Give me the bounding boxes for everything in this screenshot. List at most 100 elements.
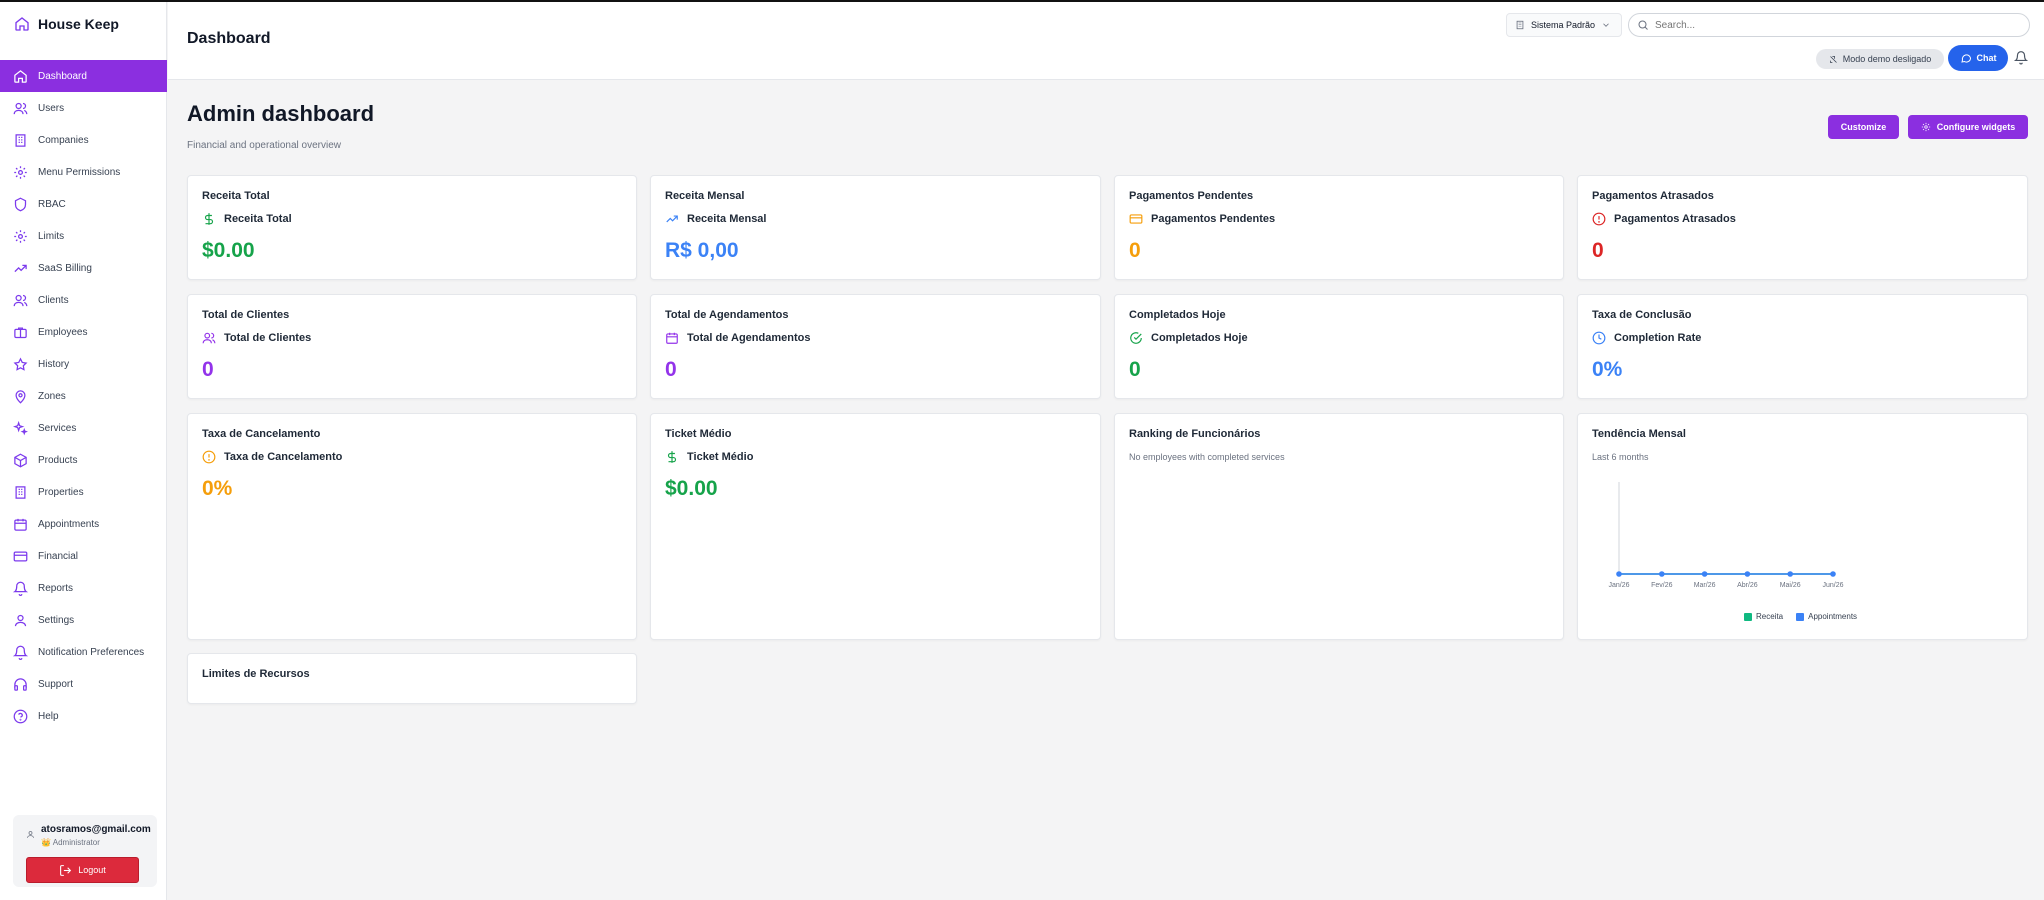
sidebar-item-financial[interactable]: Financial bbox=[0, 540, 167, 572]
x-tick-label: Jan/26 bbox=[1608, 582, 1629, 589]
logout-button[interactable]: Logout bbox=[26, 857, 139, 883]
sidebar-item-employees[interactable]: Employees bbox=[0, 316, 167, 348]
card-taxa-conclusao: Taxa de Conclusão Completion Rate 0% bbox=[1577, 294, 2028, 399]
building-icon bbox=[15, 133, 26, 147]
header-title: Dashboard bbox=[187, 30, 271, 47]
sidebar-item-help[interactable]: Help bbox=[0, 700, 167, 732]
sidebar-nav: Dashboard Users Companies Menu Permissions R… bbox=[0, 60, 167, 732]
card-title: Total de Agendamentos bbox=[665, 309, 789, 321]
page-title: Admin dashboard bbox=[187, 101, 375, 126]
sidebar-item-dashboard[interactable]: Dashboard bbox=[0, 60, 167, 92]
card-value: R$ 0,00 bbox=[665, 239, 739, 262]
data-point[interactable] bbox=[1787, 571, 1793, 577]
demo-mode-toggle[interactable]: Modo demo desligado bbox=[1816, 49, 1944, 69]
card-title: Completados Hoje bbox=[1129, 309, 1226, 321]
sidebar-item-menu-permissions[interactable]: Menu Permissions bbox=[0, 156, 167, 188]
customize-button[interactable]: Customize bbox=[1828, 115, 1899, 139]
user-role: 👑 Administrator bbox=[41, 838, 100, 847]
sidebar: House Keep Dashboard Users Companies Menu P… bbox=[0, 2, 167, 900]
card-label: Receita Total bbox=[224, 213, 292, 225]
card-label-row: Total de Clientes bbox=[202, 331, 311, 345]
sidebar-item-history[interactable]: History bbox=[0, 348, 167, 380]
sidebar-item-label: Users bbox=[38, 102, 65, 114]
chat-button[interactable]: Chat bbox=[1948, 45, 2008, 71]
card-value: 0 bbox=[1592, 239, 1604, 262]
sidebar-item-label: Products bbox=[38, 454, 78, 466]
card-label: Taxa de Cancelamento bbox=[224, 451, 343, 463]
package-icon bbox=[14, 453, 27, 467]
system-select[interactable]: Sistema Padrão bbox=[1506, 13, 1622, 37]
building-icon bbox=[1516, 20, 1524, 30]
sidebar-item-notification-preferences[interactable]: Notification Preferences bbox=[0, 636, 167, 668]
sidebar-item-label: Dashboard bbox=[38, 70, 87, 82]
sidebar-item-label: RBAC bbox=[38, 198, 66, 210]
card-pagamentos-atrasados: Pagamentos Atrasados Pagamentos Atrasado… bbox=[1577, 175, 2028, 280]
user-panel: atosramos@gmail.com 👑 Administrator Logo… bbox=[13, 815, 157, 887]
card-label-row: Completados Hoje bbox=[1129, 331, 1248, 345]
card-label-row: Pagamentos Atrasados bbox=[1592, 212, 1736, 226]
card-ticket-medio: Ticket Médio Ticket Médio $0.00 bbox=[650, 413, 1101, 640]
card-label-row: Taxa de Cancelamento bbox=[202, 450, 342, 464]
sidebar-item-label: Clients bbox=[38, 294, 69, 306]
sidebar-item-support[interactable]: Support bbox=[0, 668, 167, 700]
sidebar-item-saas-billing[interactable]: SaaS Billing bbox=[0, 252, 167, 284]
sidebar-item-limits[interactable]: Limits bbox=[0, 220, 167, 252]
bell-icon[interactable] bbox=[2014, 50, 2028, 65]
x-tick-label: Mai/26 bbox=[1780, 582, 1801, 589]
shield-icon bbox=[14, 197, 27, 211]
legend-swatch bbox=[1796, 612, 1805, 621]
sidebar-item-clients[interactable]: Clients bbox=[0, 284, 167, 316]
search-icon bbox=[1638, 20, 1648, 30]
x-tick-label: Mar/26 bbox=[1694, 582, 1716, 589]
data-point[interactable] bbox=[1744, 571, 1751, 577]
sidebar-item-label: Limits bbox=[38, 230, 65, 242]
card-limites-recursos: Limites de Recursos bbox=[187, 653, 637, 704]
sidebar-item-appointments[interactable]: Appointments bbox=[0, 508, 167, 540]
calendar-icon bbox=[666, 332, 678, 344]
card-taxa-cancelamento: Taxa de Cancelamento Taxa de Cancelament… bbox=[187, 413, 637, 640]
sidebar-item-services[interactable]: Services bbox=[0, 412, 167, 444]
data-point[interactable] bbox=[1701, 571, 1708, 577]
search-input[interactable] bbox=[1655, 19, 2015, 31]
card-value: 0 bbox=[1129, 239, 1141, 262]
configure-widgets-button[interactable]: Configure widgets bbox=[1908, 115, 2028, 139]
sidebar-item-properties[interactable]: Properties bbox=[0, 476, 167, 508]
card-value: $0.00 bbox=[665, 477, 718, 500]
home-icon bbox=[15, 17, 29, 31]
card-completados-hoje: Completados Hoje Completados Hoje 0 bbox=[1114, 294, 1564, 399]
check-circle-icon bbox=[1130, 332, 1142, 344]
card-label-row: Completion Rate bbox=[1592, 331, 1701, 345]
legend-item[interactable]: Receita bbox=[1744, 612, 1783, 621]
sidebar-item-label: Companies bbox=[38, 134, 89, 146]
card-receita-total: Receita Total Receita Total $0.00 bbox=[187, 175, 637, 280]
users-icon bbox=[13, 102, 28, 114]
sidebar-item-products[interactable]: Products bbox=[0, 444, 167, 476]
sidebar-item-rbac[interactable]: RBAC bbox=[0, 188, 167, 220]
x-tick-label: Abr/26 bbox=[1737, 582, 1758, 589]
user-icon bbox=[14, 614, 27, 626]
data-point[interactable] bbox=[1616, 571, 1622, 577]
chat-icon bbox=[1960, 54, 1971, 63]
card-label: Ticket Médio bbox=[687, 451, 754, 463]
star-icon bbox=[13, 356, 28, 371]
legend-item[interactable]: Appointments bbox=[1796, 612, 1857, 621]
sidebar-item-label: Reports bbox=[38, 582, 74, 594]
page-subtitle: Financial and operational overview bbox=[187, 140, 341, 151]
bell-icon bbox=[13, 645, 28, 660]
data-point[interactable] bbox=[1830, 571, 1836, 577]
sidebar-item-reports[interactable]: Reports bbox=[0, 572, 167, 604]
sidebar-item-label: Notification Preferences bbox=[38, 646, 145, 658]
sidebar-item-zones[interactable]: Zones bbox=[0, 380, 167, 412]
data-point[interactable] bbox=[1659, 571, 1665, 577]
card-value: 0 bbox=[1129, 358, 1141, 381]
sidebar-item-label: History bbox=[38, 358, 70, 370]
sidebar-item-settings[interactable]: Settings bbox=[0, 604, 167, 636]
brand[interactable]: House Keep bbox=[14, 16, 119, 32]
sidebar-item-users[interactable]: Users bbox=[0, 92, 167, 124]
legend-label: Receita bbox=[1756, 612, 1784, 621]
alert-circle-icon bbox=[202, 450, 216, 464]
sidebar-item-companies[interactable]: Companies bbox=[0, 124, 167, 156]
trend-up-icon bbox=[666, 215, 678, 223]
sidebar-item-label: Employees bbox=[38, 326, 88, 338]
search-box[interactable] bbox=[1628, 13, 2030, 37]
